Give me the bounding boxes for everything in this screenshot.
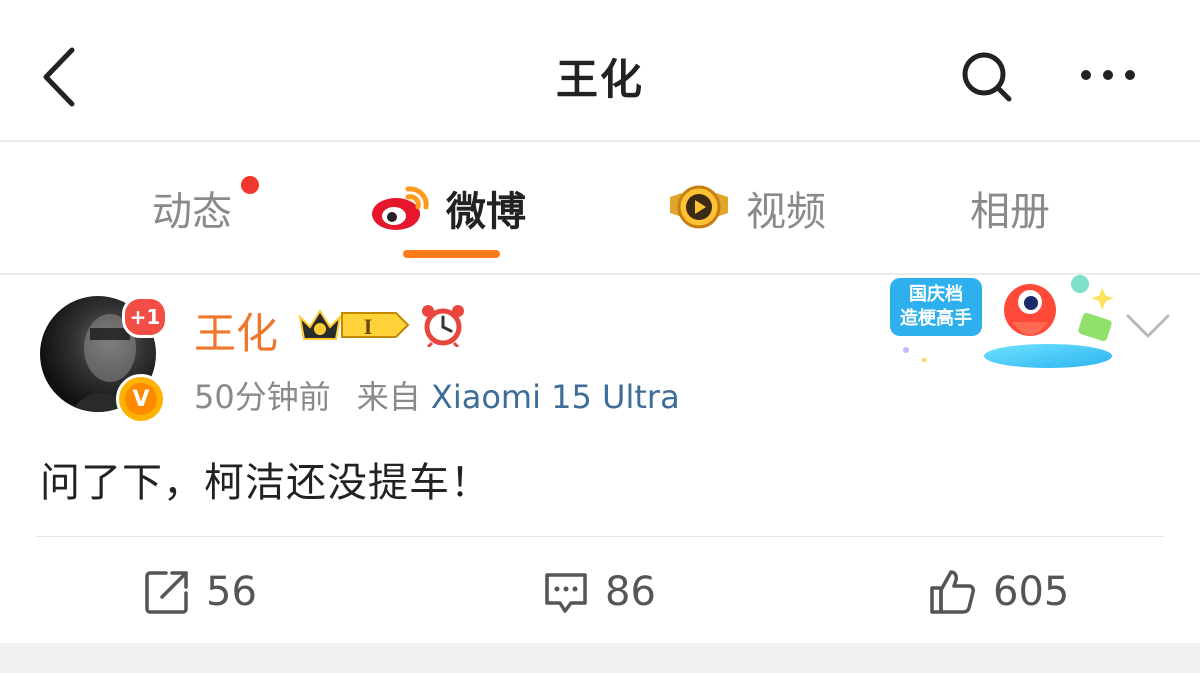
video-play-icon [670, 185, 728, 229]
like-count: 605 [993, 569, 1070, 615]
like-button[interactable]: 605 [929, 566, 1069, 618]
repost-button[interactable]: 56 [144, 566, 257, 618]
author-name[interactable]: 王化 [194, 300, 278, 361]
verified-badge: V [116, 374, 166, 424]
holiday-promo-sticker[interactable]: 国庆档 造梗高手 [880, 270, 1120, 370]
member-crown-icon[interactable]: I [296, 305, 410, 345]
search-icon [962, 52, 1012, 102]
avatar-update-badge: +1 [122, 296, 168, 338]
search-button[interactable] [958, 48, 1014, 104]
tab-video[interactable]: 视频 [668, 178, 826, 238]
weibo-logo-icon [372, 186, 429, 230]
page-title: 王化 [555, 55, 644, 104]
tab-label: 相册 [970, 189, 1050, 235]
thumbs-up-icon [930, 570, 975, 614]
tab-weibo[interactable]: 微博 [370, 178, 526, 238]
tab-album[interactable]: 相册 [970, 178, 1050, 238]
alarm-clock-icon [422, 305, 464, 347]
repost-icon [145, 571, 188, 614]
profile-tabs: 动态 微博 视频 相册 [0, 142, 1200, 275]
comment-button[interactable]: 86 [543, 566, 656, 618]
post-content: 问了下，柯洁还没提车！ [40, 460, 491, 506]
promo-line-2: 造梗高手 [900, 307, 972, 329]
more-horizontal-icon [1081, 70, 1135, 80]
repost-count: 56 [206, 569, 257, 615]
member-level: I [364, 314, 373, 339]
active-tab-indicator [403, 250, 500, 258]
more-button[interactable] [1078, 60, 1138, 90]
top-nav-bar: 王化 [0, 0, 1200, 142]
tab-dongtai[interactable]: 动态 [152, 178, 232, 238]
tab-label: 视频 [746, 189, 826, 235]
comment-icon [545, 573, 587, 613]
device-source-link[interactable]: Xiaomi 15 Ultra [431, 378, 680, 416]
tab-label: 动态 [152, 189, 232, 235]
post-time: 50分钟前 [194, 378, 331, 416]
chevron-down-icon [1126, 314, 1170, 338]
divider [36, 536, 1164, 537]
notification-dot [241, 176, 259, 194]
post-meta: 50分钟前 来自 Xiaomi 15 Ultra [194, 372, 680, 418]
source-prefix: 来自 [356, 378, 421, 416]
feed-separator [0, 643, 1200, 673]
post-options-dropdown[interactable] [1124, 306, 1172, 346]
tab-label: 微博 [446, 189, 526, 235]
promo-line-1: 国庆档 [909, 283, 963, 305]
comment-count: 86 [605, 569, 656, 615]
